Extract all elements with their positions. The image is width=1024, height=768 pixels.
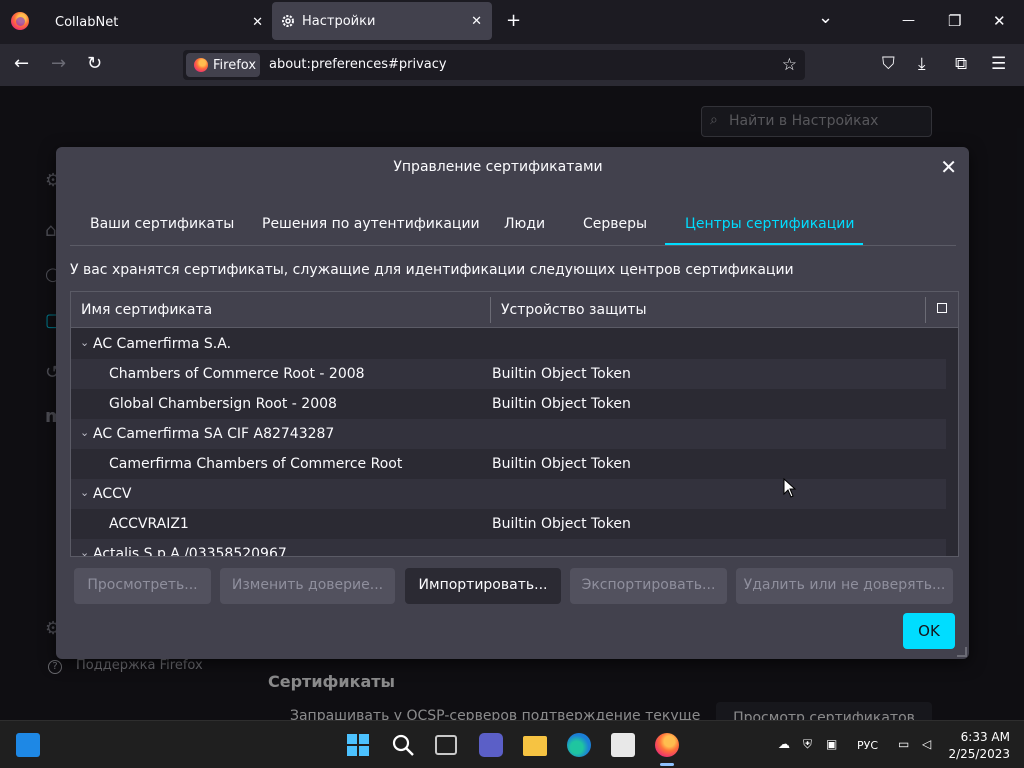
url-text[interactable]: about:preferences#privacy (269, 57, 447, 72)
defender-icon[interactable]: ⛨ (803, 737, 812, 752)
edit-trust-button[interactable]: Изменить доверие... (220, 568, 395, 604)
tab-authorities[interactable]: Центры сертификации (665, 207, 863, 245)
mouse-cursor-icon (783, 478, 797, 498)
tab-your-certificates[interactable]: Ваши сертификаты (90, 207, 234, 245)
column-header-device[interactable]: Устройство защиты (501, 302, 647, 318)
device-name: Builtin Object Token (492, 396, 631, 412)
cloud-offline-icon[interactable]: ☁ (778, 737, 790, 751)
edge-icon[interactable] (567, 733, 591, 757)
tree-header: Имя сертификата Устройство защиты (71, 292, 958, 328)
tree-scrollbar[interactable] (946, 328, 958, 556)
export-button[interactable]: Экспортировать... (570, 568, 727, 604)
firefox-taskbar-icon[interactable] (655, 733, 679, 757)
chevron-down-icon[interactable]: ⌄ (80, 486, 89, 499)
device-name: Builtin Object Token (492, 456, 631, 472)
identity-box[interactable]: Firefox (186, 53, 260, 77)
network-icon[interactable]: ▭ (898, 737, 909, 751)
tab-settings[interactable]: Настройки ✕ (272, 2, 492, 40)
group-name: ACCV (93, 486, 132, 502)
tab-close-icon[interactable]: ✕ (471, 14, 482, 29)
group-name: Actalis S.p.A./03358520967 (93, 546, 287, 557)
identity-label: Firefox (213, 57, 257, 73)
firefox-icon (194, 58, 208, 72)
tree-cert-row[interactable]: ACCVRAIZ1 Builtin Object Token (71, 509, 946, 539)
view-button[interactable]: Просмотреть... (74, 568, 211, 604)
cert-name: ACCVRAIZ1 (109, 516, 189, 532)
certificate-manager-dialog: Управление сертификатами ✕ Ваши сертифик… (56, 147, 969, 659)
forward-arrow-icon[interactable]: → (51, 54, 66, 74)
certificate-tree[interactable]: Имя сертификата Устройство защиты ⌄ AC C… (70, 291, 959, 557)
tab-people[interactable]: Люди (504, 207, 545, 245)
close-icon[interactable]: ✕ (940, 155, 957, 179)
restore-button[interactable]: ❐ (948, 11, 961, 31)
window-close-button[interactable]: ✕ (993, 11, 1006, 31)
tree-group-row[interactable]: ⌄ AC Camerfirma S.A. (71, 329, 946, 359)
url-bar[interactable]: Firefox about:preferences#privacy ☆ (183, 50, 805, 80)
bookmark-star-icon[interactable]: ☆ (782, 55, 797, 75)
volume-muted-icon[interactable]: ◁ (922, 737, 931, 751)
cert-name: Chambers of Commerce Root - 2008 (109, 366, 365, 382)
new-tab-button[interactable]: + (506, 11, 521, 31)
list-all-tabs-button[interactable]: ⌄ (818, 8, 833, 28)
taskbar: ☁ ⛨ ▣ РУС ▭ ◁ 6:33 AM 2/25/2023 (0, 720, 1024, 768)
pocket-icon[interactable]: ⛉ (882, 54, 895, 74)
ok-button[interactable]: OK (903, 613, 955, 649)
firefox-view-icon[interactable] (11, 12, 29, 30)
tree-group-row[interactable]: ⌄ AC Camerfirma SA CIF A82743287 (71, 419, 946, 449)
column-divider[interactable] (925, 297, 926, 323)
tray-app-icon[interactable]: ▣ (826, 737, 837, 751)
group-name: AC Camerfirma S.A. (93, 336, 232, 352)
downloads-icon[interactable]: ⤓ (918, 54, 926, 74)
chevron-down-icon[interactable]: ⌄ (80, 336, 89, 349)
dialog-description: У вас хранятся сертификаты, служащие для… (70, 262, 794, 278)
device-name: Builtin Object Token (492, 366, 631, 382)
navigation-bar: ← → ↻ Firefox about:preferences#privacy … (0, 44, 1024, 86)
cert-name: Camerfirma Chambers of Commerce Root (109, 456, 403, 472)
active-app-indicator (660, 763, 674, 766)
widgets-icon[interactable] (16, 733, 40, 757)
tree-group-row[interactable]: ⌄ ACCV (71, 479, 946, 509)
minimize-button[interactable]: — (902, 11, 915, 31)
task-view-icon[interactable] (435, 735, 457, 755)
menu-icon[interactable]: ☰ (991, 54, 1006, 74)
dialog-tabs: Ваши сертификаты Решения по аутентификац… (70, 207, 956, 246)
device-name: Builtin Object Token (492, 516, 631, 532)
tree-group-row[interactable]: ⌄ Actalis S.p.A./03358520967 (71, 539, 946, 557)
store-icon[interactable] (611, 733, 635, 757)
clock-date[interactable]: 2/25/2023 (946, 747, 1010, 761)
reload-icon[interactable]: ↻ (87, 54, 102, 74)
start-icon[interactable] (346, 733, 370, 757)
chevron-down-icon[interactable]: ⌄ (80, 546, 89, 556)
tab-label: Настройки (302, 13, 376, 29)
tab-close-icon[interactable]: ✕ (252, 15, 263, 30)
column-header-name[interactable]: Имя сертификата (81, 302, 212, 318)
tab-bar: CollabNet ✕ Настройки ✕ + ⌄ — ❐ ✕ (0, 0, 1024, 44)
column-picker-icon[interactable] (937, 303, 947, 313)
tab-authentication-decisions[interactable]: Решения по аутентификации (262, 207, 480, 245)
delete-or-distrust-button[interactable]: Удалить или не доверять... (736, 568, 953, 604)
gear-icon (282, 15, 294, 27)
tab-servers[interactable]: Серверы (583, 207, 647, 245)
back-arrow-icon[interactable]: ← (14, 54, 29, 74)
resize-grip[interactable] (957, 647, 967, 657)
extensions-icon[interactable]: ⧉ (955, 54, 967, 74)
tree-cert-row[interactable]: Chambers of Commerce Root - 2008 Builtin… (71, 359, 946, 389)
tree-cert-row[interactable]: Camerfirma Chambers of Commerce Root Bui… (71, 449, 946, 479)
file-explorer-icon[interactable] (523, 736, 547, 756)
group-name: AC Camerfirma SA CIF A82743287 (93, 426, 335, 442)
column-divider[interactable] (490, 297, 491, 323)
cert-name: Global Chambersign Root - 2008 (109, 396, 337, 412)
search-icon[interactable] (391, 733, 415, 757)
tree-cert-row[interactable]: Global Chambersign Root - 2008 Builtin O… (71, 389, 946, 419)
language-indicator[interactable]: РУС (857, 739, 878, 752)
tab-label: CollabNet (55, 14, 119, 30)
teams-chat-icon[interactable] (479, 733, 503, 757)
clock-time[interactable]: 6:33 AM (958, 730, 1010, 744)
import-button[interactable]: Импортировать... (405, 568, 561, 604)
chevron-down-icon[interactable]: ⌄ (80, 426, 89, 439)
tab-collabnet[interactable]: CollabNet ✕ (43, 0, 271, 44)
dialog-title: Управление сертификатами (393, 159, 603, 175)
